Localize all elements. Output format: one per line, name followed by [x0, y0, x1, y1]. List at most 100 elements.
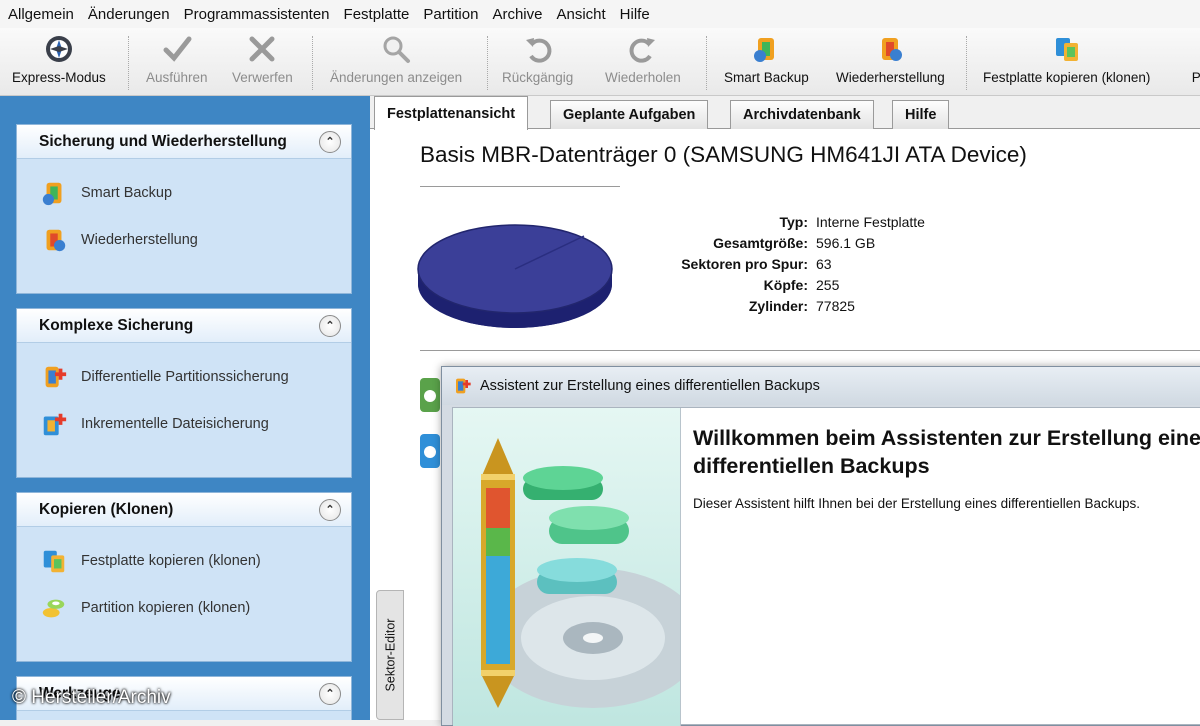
sidebar: Sicherung und Wiederherstellung ⌃ Smart … [0, 96, 370, 720]
magnifier-icon [379, 32, 413, 66]
property-row: Sektoren pro Spur: 63 [640, 254, 925, 275]
clone-disk-label: Festplatte kopieren (klonen) [983, 70, 1151, 85]
menu-ansicht[interactable]: Ansicht [556, 6, 605, 23]
disk-icon [414, 214, 616, 337]
wizard-illustration [453, 408, 681, 726]
collapse-icon[interactable]: ⌃ [319, 130, 341, 153]
redo-icon [626, 32, 660, 66]
sidebar-item-smart-backup[interactable]: Smart Backup [17, 169, 351, 216]
restore-button[interactable]: Wiederherstellung [836, 32, 945, 85]
menu-hilfe[interactable]: Hilfe [620, 6, 650, 23]
property-label: Zylinder: [748, 298, 808, 314]
toolbar-separator [128, 36, 129, 90]
disk-properties: Typ: Interne Festplatte Gesamtgröße: 596.1… [640, 212, 925, 317]
menu-programmassistenten[interactable]: Programmassistenten [184, 6, 330, 23]
property-value: 77825 [816, 298, 855, 314]
clone-disk-button[interactable]: Festplatte kopieren (klonen) [983, 32, 1150, 85]
panel-title: Sicherung und Wiederherstellung [39, 132, 287, 150]
undo-label: Rückgängig [502, 70, 574, 85]
wizard-dialog: Assistent zur Erstellung eines different… [441, 366, 1200, 726]
sector-editor-tab[interactable]: Sektor-Editor [376, 590, 404, 720]
panel-title: Komplexe Sicherung [39, 316, 194, 334]
panel-cloning: Kopieren (Klonen) ⌃ Festplatte kopieren … [16, 492, 352, 662]
partition-copy-button[interactable]: Pa [1183, 32, 1200, 85]
tab-disk-view[interactable]: Festplattenansicht [374, 96, 529, 130]
sidebar-item-differential-backup[interactable]: Differentielle Partitionssicherung [17, 353, 351, 400]
tab-scheduled-tasks[interactable]: Geplante Aufgaben [550, 100, 709, 129]
collapse-icon[interactable]: ⌃ [319, 314, 341, 337]
sidebar-item-label: Wiederherstellung [81, 231, 198, 248]
sidebar-item-restore[interactable]: Wiederherstellung [17, 216, 351, 263]
cross-icon [245, 32, 279, 66]
panel-header[interactable]: Sicherung und Wiederherstellung ⌃ [17, 125, 351, 159]
incremental-backup-icon [37, 407, 71, 441]
property-label: Gesamtgröße: [713, 235, 808, 251]
panel-backup-restore: Sicherung und Wiederherstellung ⌃ Smart … [16, 124, 352, 294]
restore-icon [37, 223, 71, 257]
menu-bar: Allgemein Änderungen Programmassistenten… [0, 0, 1200, 28]
clone-partition-icon [37, 591, 71, 625]
wizard-heading: Willkommen beim Assistenten zur Erstellu… [693, 424, 1200, 480]
dialog-body: Willkommen beim Assistenten zur Erstellu… [452, 407, 1200, 726]
smart-backup-label: Smart Backup [724, 70, 809, 85]
dialog-titlebar[interactable]: Assistent zur Erstellung eines different… [442, 367, 1200, 405]
copyright-watermark: © Hersteller/Archiv [12, 687, 171, 708]
undo-icon [521, 32, 555, 66]
wizard-heading-line1: Willkommen beim Assistenten zur Erstellu… [693, 426, 1200, 450]
discard-label: Verwerfen [232, 70, 293, 85]
menu-archive[interactable]: Archive [492, 6, 542, 23]
menu-partition[interactable]: Partition [423, 6, 478, 23]
wizard-heading-line2: differentiellen Backups [693, 454, 930, 478]
discard-button[interactable]: Verwerfen [232, 32, 293, 85]
panel-complex-backup: Komplexe Sicherung ⌃ Differentielle Part… [16, 308, 352, 478]
sidebar-item-incremental-backup[interactable]: Inkrementelle Dateisicherung [17, 400, 351, 447]
restore-label: Wiederherstellung [836, 70, 945, 85]
tab-bar: Festplattenansicht Geplante Aufgaben Arc… [370, 96, 1200, 130]
tab-help[interactable]: Hilfe [892, 100, 950, 129]
redo-button[interactable]: Wiederholen [605, 32, 681, 85]
sidebar-item-clone-partition[interactable]: Partition kopieren (klonen) [17, 584, 351, 631]
express-mode-icon [42, 32, 76, 66]
property-row: Köpfe: 255 [640, 275, 925, 296]
toolbar-separator [706, 36, 707, 90]
smart-backup-icon [749, 32, 783, 66]
toolbar-separator [312, 36, 313, 90]
show-changes-label: Änderungen anzeigen [330, 70, 463, 85]
property-value: Interne Festplatte [816, 214, 925, 230]
menu-festplatte[interactable]: Festplatte [344, 6, 410, 23]
collapse-icon[interactable]: ⌃ [319, 682, 341, 705]
smart-backup-button[interactable]: Smart Backup [724, 32, 809, 85]
divider [420, 350, 1200, 351]
property-value: 63 [816, 256, 832, 272]
sidebar-item-label: Smart Backup [81, 184, 173, 201]
disk-title: Basis MBR-Datenträger 0 (SAMSUNG HM641JI… [420, 142, 1027, 167]
sidebar-item-label: Partition kopieren (klonen) [81, 599, 251, 616]
panel-title: Kopieren (Klonen) [39, 500, 174, 518]
execute-button[interactable]: Ausführen [146, 32, 208, 85]
sidebar-item-label: Differentielle Partitionssicherung [81, 368, 289, 385]
property-row: Zylinder: 77825 [640, 296, 925, 317]
toolbar-separator [487, 36, 488, 90]
menu-allgemein[interactable]: Allgemein [8, 6, 74, 23]
sidebar-item-label: Festplatte kopieren (klonen) [81, 552, 261, 569]
divider [420, 186, 620, 187]
sector-editor-label: Sektor-Editor [383, 618, 398, 692]
menu-aenderungen[interactable]: Änderungen [88, 6, 170, 23]
sidebar-item-clone-disk[interactable]: Festplatte kopieren (klonen) [17, 537, 351, 584]
show-changes-button[interactable]: Änderungen anzeigen [330, 32, 462, 85]
partition-icon [418, 376, 442, 481]
checkmark-icon [160, 32, 194, 66]
undo-button[interactable]: Rückgängig [502, 32, 573, 85]
property-row: Typ: Interne Festplatte [640, 212, 925, 233]
panel-header[interactable]: Kopieren (Klonen) ⌃ [17, 493, 351, 527]
express-mode-button[interactable]: Express-Modus [12, 32, 106, 85]
partition-copy-icon [1183, 32, 1200, 66]
property-value: 596.1 GB [816, 235, 876, 251]
collapse-icon[interactable]: ⌃ [319, 498, 341, 521]
smart-backup-icon [37, 176, 71, 210]
tab-archive-database[interactable]: Archivdatenbank [730, 100, 874, 129]
panel-header[interactable]: Komplexe Sicherung ⌃ [17, 309, 351, 343]
property-label: Typ: [779, 214, 808, 230]
restore-icon [873, 32, 907, 66]
property-value: 255 [816, 277, 840, 293]
